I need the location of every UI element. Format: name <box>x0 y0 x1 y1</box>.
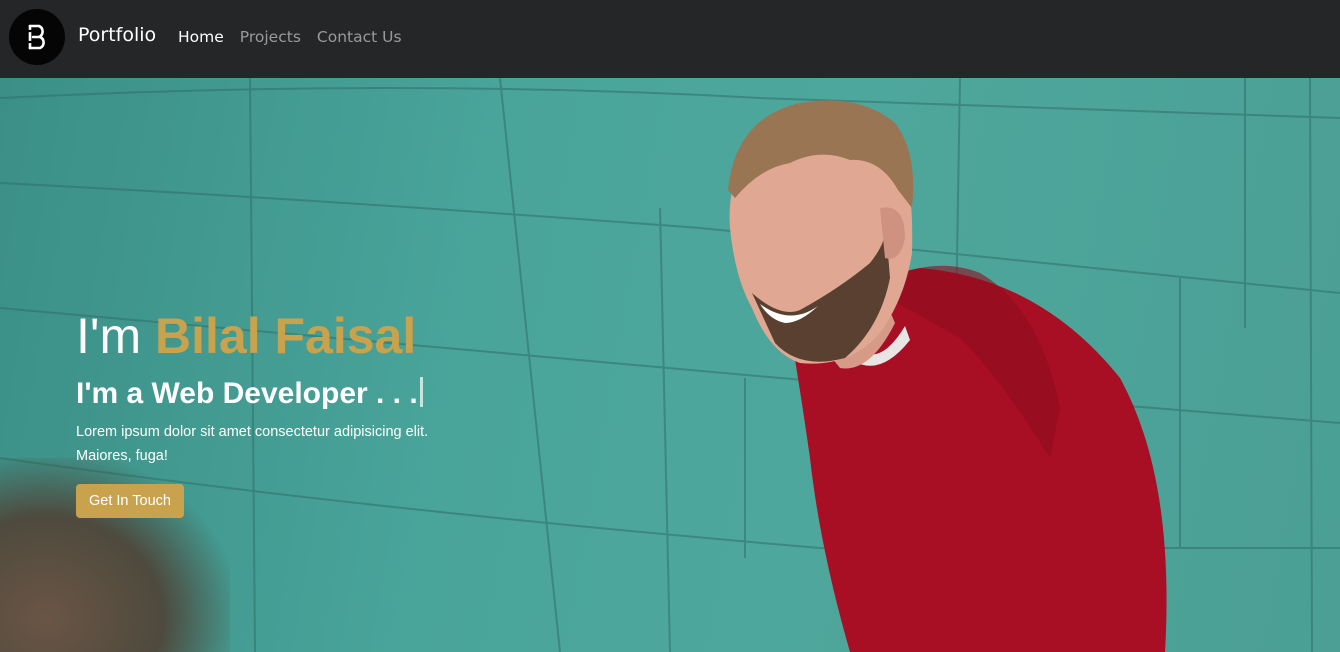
nav-link-contact[interactable]: Contact Us <box>317 28 402 46</box>
hero-role: I'm a Web Developer . . . <box>76 374 486 414</box>
hero-section: I'm Bilal Faisal I'm a Web Developer . .… <box>0 78 1340 652</box>
navbar: Portfolio Home Projects Contact Us <box>0 0 1340 78</box>
nav-links: Home Projects Contact Us <box>178 28 402 46</box>
intro-prefix: I'm <box>76 308 142 364</box>
logo-mark <box>26 24 45 50</box>
brand-title[interactable]: Portfolio <box>78 24 156 46</box>
nav-link-projects[interactable]: Projects <box>240 28 301 46</box>
role-text: I'm a Web Developer . . . <box>76 377 418 410</box>
hero-name: Bilal Faisal <box>155 308 417 364</box>
hero-text: I'm Bilal Faisal I'm a Web Developer . .… <box>76 306 486 518</box>
hero-description: Lorem ipsum dolor sit amet consectetur a… <box>76 424 429 464</box>
typing-caret <box>419 377 423 407</box>
get-in-touch-button[interactable]: Get In Touch <box>76 484 184 518</box>
b-logo-icon[interactable] <box>9 9 65 65</box>
hero-heading: I'm Bilal Faisal <box>76 306 486 366</box>
nav-link-home[interactable]: Home <box>178 28 224 46</box>
